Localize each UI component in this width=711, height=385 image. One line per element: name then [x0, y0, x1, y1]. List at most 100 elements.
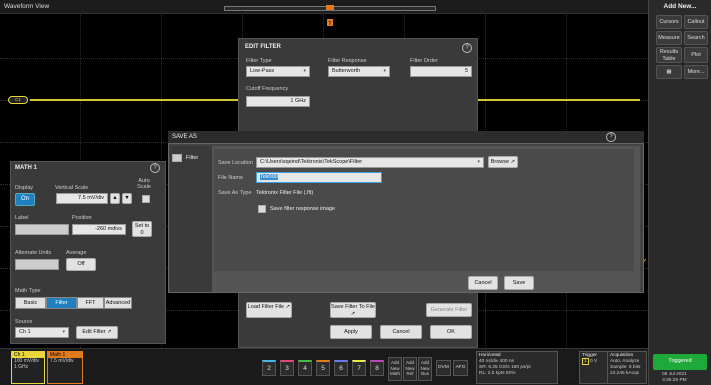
filter-icon: [172, 154, 182, 162]
trigger-position-marker[interactable]: T: [326, 5, 334, 27]
average-label: Average: [66, 250, 87, 256]
ch8-button[interactable]: 8: [370, 360, 384, 376]
save-as-cancel-button[interactable]: Cancel: [468, 276, 498, 290]
set-to-zero-button[interactable]: Set to 0: [132, 221, 152, 237]
browse-label: Browse: [490, 159, 510, 165]
more-button[interactable]: More...: [684, 65, 708, 79]
ch4-button[interactable]: 4: [298, 360, 312, 376]
math1-scale: 7.5 mV/div: [50, 358, 74, 364]
acquisition-count: 24.245 kAcqs: [610, 371, 640, 376]
results-table-button[interactable]: Results Table: [656, 47, 682, 63]
ok-button[interactable]: OK: [430, 325, 472, 339]
filter-type-value: Low-Pass: [250, 68, 275, 74]
dvm-button[interactable]: DVM: [436, 360, 451, 376]
auto-scale-checkbox[interactable]: [142, 195, 150, 203]
browse-button[interactable]: Browse ➚: [488, 156, 518, 168]
add-new-math-button[interactable]: Add New Math: [388, 357, 402, 381]
source-label: Source: [15, 319, 33, 325]
position-field[interactable]: -260 mdivs: [72, 224, 126, 235]
more-icon[interactable]: ▦: [656, 65, 682, 79]
edit-filter-button[interactable]: Edit Filter ➚: [76, 326, 118, 339]
load-filter-file-label: Load Filter File: [247, 304, 285, 310]
position-label: Position: [72, 215, 92, 221]
filter-response-value: Butterworth: [332, 68, 361, 74]
cutoff-frequency-field[interactable]: 1 GHz: [246, 96, 310, 107]
ch1-baseline-marker[interactable]: C1: [8, 96, 28, 104]
ch6-button[interactable]: 6: [334, 360, 348, 376]
display-label: Display: [15, 185, 34, 191]
callout-button[interactable]: Callout: [684, 15, 708, 29]
apply-button[interactable]: Apply: [330, 325, 372, 339]
file-name-label: File Name: [218, 175, 244, 181]
filter-type-dropdown[interactable]: Low-Pass ▾: [246, 66, 310, 77]
filter-order-field[interactable]: 5: [410, 66, 472, 77]
save-response-image-checkbox[interactable]: [258, 205, 266, 213]
save-as-titlebar: [168, 131, 644, 144]
edit-filter-title: EDIT FILTER: [245, 44, 281, 50]
scale-up-button[interactable]: ▲: [110, 193, 120, 204]
save-as-help-icon[interactable]: ?: [606, 132, 616, 142]
time-label: 3:25:25 PM: [662, 378, 687, 383]
ch1-bandwidth: 1 GHz: [14, 364, 29, 370]
add-new-ref-button[interactable]: Add New Ref: [403, 357, 417, 381]
save-as-title: SAVE AS: [172, 134, 197, 140]
ch5-button[interactable]: 5: [316, 360, 330, 376]
filter-tab[interactable]: Filter: [186, 155, 198, 161]
save-filter-to-file-button[interactable]: Save Filter To File ➚: [330, 302, 376, 318]
ch1-badge[interactable]: Ch 1 100 mV/div 1 GHz: [11, 351, 45, 384]
save-response-image-label: Save filter response image: [270, 206, 336, 212]
file-name-input[interactable]: Tek000: [256, 172, 382, 183]
display-toggle[interactable]: On: [15, 193, 35, 206]
vertical-scale-field[interactable]: 7.5 mV/div: [56, 193, 108, 204]
load-filter-file-button[interactable]: Load Filter File ➚: [246, 302, 292, 318]
math-type-filter[interactable]: Filter: [46, 297, 77, 309]
chevron-down-icon: ▾: [383, 68, 386, 74]
date-time: 06 Jul 2021 3:25:25 PM: [662, 372, 687, 384]
save-location-dropdown[interactable]: C:\Users\sqeind\Tektronix\TekScope\Filte…: [256, 157, 484, 168]
source-dropdown[interactable]: Ch 1 ▾: [15, 327, 69, 338]
edit-filter-cancel-button[interactable]: Cancel: [380, 325, 422, 339]
vertical-scale-label: Vertical Scale: [55, 185, 89, 191]
edit-filter-help-icon[interactable]: ?: [462, 43, 472, 53]
alternate-units-label: Alternate Units: [15, 250, 52, 256]
trigger-marker-label: T: [328, 21, 331, 27]
math-panel-help-icon[interactable]: ?: [150, 163, 160, 173]
filter-response-label: Filter Response: [328, 58, 367, 64]
afg-button[interactable]: AFG: [453, 360, 468, 376]
plot-button[interactable]: Plot: [684, 47, 708, 63]
label-input[interactable]: [15, 224, 69, 235]
measure-button[interactable]: Measure: [656, 31, 682, 45]
ch2-button[interactable]: 2: [262, 360, 276, 376]
generate-filter-button[interactable]: Generate Filter: [426, 303, 472, 317]
search-button[interactable]: Search: [684, 31, 708, 45]
math-type-basic[interactable]: Basic: [15, 297, 46, 309]
waveform-view-title: Waveform View: [4, 3, 50, 10]
save-button[interactable]: Save: [504, 276, 534, 290]
ch3-button[interactable]: 3: [280, 360, 294, 376]
chevron-down-icon: ▾: [477, 159, 480, 165]
acquisition-badge[interactable]: Acquisition Auto, Analyze Sample: 8 bits…: [607, 351, 647, 384]
cursors-button[interactable]: Cursors: [656, 15, 682, 29]
label-label: Label: [15, 215, 29, 221]
math-type-fft[interactable]: FFT: [77, 297, 104, 309]
ch7-button[interactable]: 7: [352, 360, 366, 376]
horizontal-record-length: RL: 2.5 kpts 50%: [479, 371, 516, 376]
average-toggle[interactable]: Off: [66, 258, 96, 271]
horizontal-badge[interactable]: Horizontal 40 ns/div 400 ns SR: 6.25 GS/…: [476, 351, 558, 384]
math-type-advanced[interactable]: Advanced: [104, 297, 132, 309]
filter-order-label: Filter Order: [410, 58, 438, 64]
filter-response-dropdown[interactable]: Butterworth ▾: [328, 66, 390, 77]
auto-scale-label: Auto Scale: [137, 178, 151, 190]
alternate-units-input[interactable]: [15, 259, 59, 270]
save-location-value: C:\Users\sqeind\Tektronix\TekScope\Filte…: [260, 159, 363, 165]
source-value: Ch 1: [19, 329, 31, 335]
save-as-category-list: [170, 146, 212, 292]
math1-badge[interactable]: Math 1 7.5 mV/div: [47, 351, 83, 384]
add-new-title: Add New...: [663, 3, 697, 10]
filter-type-label: Filter Type: [246, 58, 272, 64]
scale-down-button[interactable]: ▼: [122, 193, 132, 204]
chevron-down-icon: ▾: [62, 329, 65, 335]
add-new-bus-button[interactable]: Add New Bus: [418, 357, 432, 381]
triggered-status[interactable]: Triggered: [653, 354, 707, 370]
save-location-label: Save Location: [218, 160, 253, 166]
